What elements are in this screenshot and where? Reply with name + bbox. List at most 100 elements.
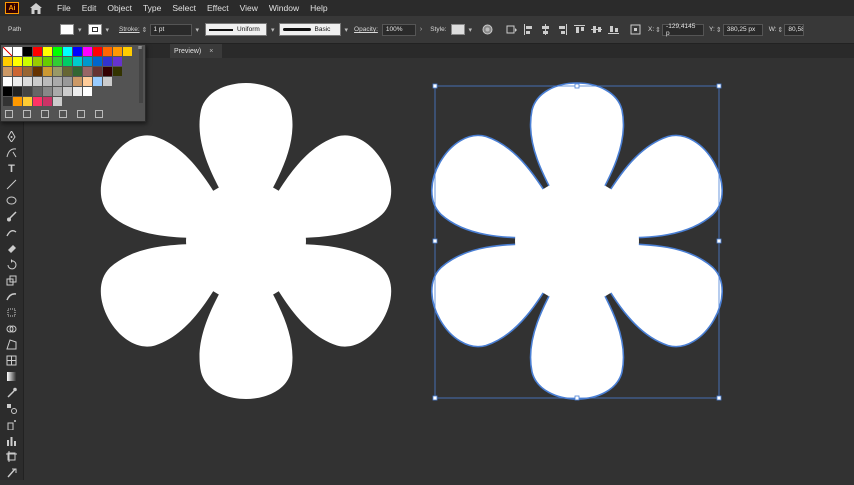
perspective-tool[interactable]: [5, 338, 18, 351]
stroke-label[interactable]: Stroke:: [119, 26, 140, 33]
profile-dropdown-icon[interactable]: ▾: [271, 26, 275, 34]
align-right-icon[interactable]: [557, 24, 568, 35]
align-to-icon[interactable]: [506, 24, 518, 35]
new-color-group-icon[interactable]: [59, 110, 67, 118]
color-swatch[interactable]: [13, 57, 22, 66]
color-swatch[interactable]: [23, 77, 32, 86]
color-swatch[interactable]: [23, 67, 32, 76]
color-swatch[interactable]: [123, 47, 132, 56]
flower-shape-left[interactable]: [86, 83, 406, 399]
color-swatch[interactable]: [53, 57, 62, 66]
align-bottom-icon[interactable]: [608, 24, 620, 35]
warp-tool[interactable]: [5, 290, 18, 303]
ellipse-tool[interactable]: [5, 194, 18, 207]
transform-reference-icon[interactable]: [630, 24, 641, 35]
stroke-stepper-icon[interactable]: ⇕: [142, 26, 148, 34]
color-swatch[interactable]: [33, 57, 42, 66]
color-swatch[interactable]: [103, 47, 112, 56]
color-swatch[interactable]: [33, 67, 42, 76]
type-tool[interactable]: T: [5, 162, 18, 175]
delete-swatch-icon[interactable]: [95, 110, 103, 118]
color-swatch[interactable]: [63, 67, 72, 76]
color-swatch[interactable]: [43, 77, 52, 86]
column-graph-tool[interactable]: [5, 434, 18, 447]
close-icon[interactable]: ×: [209, 48, 213, 55]
shape-builder-tool[interactable]: [5, 322, 18, 335]
home-icon[interactable]: [29, 1, 43, 15]
color-swatch[interactable]: [83, 57, 92, 66]
slice-tool[interactable]: [5, 466, 18, 479]
pen-tool[interactable]: [5, 130, 18, 143]
color-swatch[interactable]: [103, 67, 112, 76]
color-swatch[interactable]: [3, 77, 12, 86]
color-swatch[interactable]: [23, 47, 32, 56]
color-swatch[interactable]: [13, 77, 22, 86]
fill-swatch[interactable]: [60, 24, 74, 35]
color-swatch[interactable]: [63, 77, 72, 86]
brush-dropdown-icon[interactable]: ▾: [345, 26, 349, 34]
color-swatch[interactable]: [93, 57, 102, 66]
color-swatch[interactable]: [23, 57, 32, 66]
x-field[interactable]: -129,4145 p: [662, 23, 705, 37]
color-swatch[interactable]: [43, 57, 52, 66]
opacity-arrow-icon[interactable]: ›: [420, 26, 422, 33]
scale-tool[interactable]: [5, 274, 18, 287]
flower-shape-right[interactable]: [417, 82, 737, 400]
w-stepper-icon[interactable]: ⇕: [778, 26, 784, 34]
recolor-artwork-icon[interactable]: [482, 24, 493, 35]
color-swatch[interactable]: [43, 47, 52, 56]
menu-file[interactable]: File: [57, 3, 71, 13]
color-swatch[interactable]: [23, 87, 32, 96]
color-swatch[interactable]: [63, 47, 72, 56]
eraser-tool[interactable]: [5, 242, 18, 255]
color-swatch[interactable]: [53, 47, 62, 56]
stroke-swatch[interactable]: [87, 24, 102, 35]
paintbrush-tool[interactable]: [5, 210, 18, 223]
fill-dropdown-icon[interactable]: ▾: [78, 26, 82, 34]
rotate-tool[interactable]: [5, 258, 18, 271]
color-swatch[interactable]: [73, 47, 82, 56]
menu-select[interactable]: Select: [172, 3, 196, 13]
opacity-label[interactable]: Opacity:: [354, 26, 378, 33]
panel-scrollbar[interactable]: [139, 47, 143, 103]
color-swatch[interactable]: [113, 47, 122, 56]
variable-width-profile[interactable]: Uniform: [205, 23, 268, 36]
align-center-icon[interactable]: [540, 24, 551, 35]
stroke-dropdown-icon[interactable]: ▾: [106, 26, 110, 34]
menu-edit[interactable]: Edit: [82, 3, 97, 13]
color-swatch[interactable]: [113, 57, 122, 66]
panel-menu-icon[interactable]: ≡: [138, 45, 142, 52]
color-swatch[interactable]: [113, 67, 122, 76]
color-swatch[interactable]: [73, 77, 82, 86]
color-swatch[interactable]: [93, 77, 102, 86]
color-swatch[interactable]: [53, 77, 62, 86]
color-swatch[interactable]: [53, 87, 62, 96]
color-swatch[interactable]: [13, 87, 22, 96]
color-swatch[interactable]: [73, 87, 82, 96]
shaper-tool[interactable]: [5, 226, 18, 239]
line-tool[interactable]: [5, 178, 18, 191]
menu-view[interactable]: View: [240, 3, 258, 13]
document-tab[interactable]: Preview) ×: [170, 44, 222, 58]
y-field[interactable]: 380,25 px: [722, 23, 763, 36]
brush-definition[interactable]: Basic: [278, 23, 341, 36]
color-swatch[interactable]: [33, 87, 42, 96]
color-swatch[interactable]: [13, 67, 22, 76]
swatch-options-icon[interactable]: [41, 110, 49, 118]
blend-tool[interactable]: [5, 402, 18, 415]
color-swatch[interactable]: [83, 67, 92, 76]
style-dropdown-icon[interactable]: ▾: [469, 26, 473, 34]
stroke-weight-field[interactable]: 1 pt: [149, 23, 192, 36]
x-stepper-icon[interactable]: ⇕: [655, 26, 661, 34]
color-swatch[interactable]: [103, 57, 112, 66]
color-swatch[interactable]: [83, 77, 92, 86]
color-swatch[interactable]: [103, 77, 112, 86]
color-swatch[interactable]: [83, 47, 92, 56]
color-swatch[interactable]: [13, 97, 22, 106]
align-middle-icon[interactable]: [591, 24, 603, 35]
color-swatch[interactable]: [3, 57, 12, 66]
menu-effect[interactable]: Effect: [207, 3, 229, 13]
color-swatch[interactable]: [3, 97, 12, 106]
color-swatch[interactable]: [3, 87, 12, 96]
color-swatch[interactable]: [63, 87, 72, 96]
